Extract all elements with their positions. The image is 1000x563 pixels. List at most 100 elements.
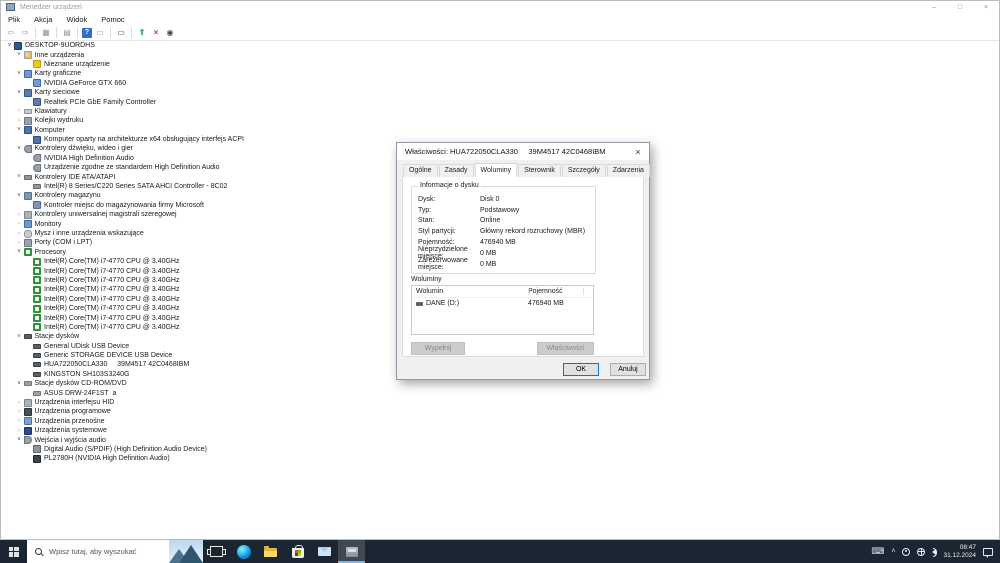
column-header-volume[interactable]: Wolumin: [412, 288, 528, 295]
tree-item[interactable]: Realtek PCIe GbE Family Controller: [1, 97, 999, 107]
tree-item-label: PL2780H (NVIDIA High Definition Audio): [44, 455, 170, 463]
column-header-capacity[interactable]: Pojemność: [528, 288, 563, 295]
tree-item[interactable]: Nieznane urządzenie: [1, 60, 999, 69]
tree-item-label: Kontrolery dźwięku, wideo i gier: [34, 145, 133, 153]
disk-icon: [33, 362, 41, 368]
tab-zasady[interactable]: Zasady: [438, 164, 474, 177]
volume-name: DANE (D:): [426, 300, 460, 307]
edge-icon[interactable]: [230, 540, 257, 563]
menu-widok[interactable]: Widok: [59, 15, 94, 24]
tree-item[interactable]: NVIDIA GeForce GTX 660: [1, 79, 999, 88]
tree-chevron-icon[interactable]: ˅: [15, 193, 24, 199]
device-manager-icon[interactable]: [338, 540, 365, 563]
tree-item[interactable]: ˅ Stacje dysków CD-ROM/DVD: [1, 379, 999, 388]
tree-item[interactable]: › Kolejki wydruku: [1, 116, 999, 125]
tree-chevron-icon[interactable]: ˅: [15, 334, 24, 340]
tree-item[interactable]: › Urządzenia interfejsu HID: [1, 398, 999, 407]
taskbar-search[interactable]: [27, 540, 203, 563]
search-input[interactable]: [47, 546, 169, 557]
ok-button[interactable]: OK: [563, 363, 599, 376]
tree-item[interactable]: ˅ Inne urządzenia: [1, 50, 999, 60]
disk-info-row: Dysk: Disk 0: [418, 194, 593, 205]
tree-chevron-icon[interactable]: ›: [15, 118, 24, 124]
tree-chevron-icon[interactable]: ›: [15, 400, 24, 406]
tree-item[interactable]: ˅ Komputer: [1, 126, 999, 135]
tree-chevron-icon[interactable]: ˅: [15, 249, 24, 255]
tree-chevron-icon[interactable]: ›: [15, 231, 24, 237]
file-explorer-icon[interactable]: [257, 540, 284, 563]
volumes-list[interactable]: Wolumin Pojemność DANE (D:) 476940 MB: [411, 285, 594, 335]
start-button[interactable]: [0, 540, 27, 563]
devices-by-connection-icon[interactable]: ▭: [115, 27, 127, 38]
cancel-button[interactable]: Anuluj: [610, 363, 646, 376]
tree-chevron-icon[interactable]: ›: [15, 240, 24, 246]
tree-item[interactable]: Digital Audio (S/PDIF) (High Definition …: [1, 445, 999, 454]
tab-sterownik[interactable]: Sterownik: [518, 164, 561, 177]
scan-hardware-changes-icon[interactable]: ◉: [164, 27, 176, 38]
dialog-close-icon[interactable]: ×: [627, 143, 649, 160]
volumes-label: Woluminy: [411, 276, 442, 283]
network-icon[interactable]: [917, 547, 926, 556]
volume-icon[interactable]: [932, 547, 938, 557]
taskbar-clock[interactable]: 08:47 31.12.2024: [943, 544, 976, 560]
tree-item[interactable]: › Urządzenia przenośne: [1, 417, 999, 426]
populate-button[interactable]: Wypełnij: [411, 342, 465, 355]
tree-chevron-icon[interactable]: ˅: [15, 381, 24, 387]
cdrom-icon: [33, 390, 41, 396]
volume-row[interactable]: DANE (D:) 476940 MB: [412, 298, 593, 309]
tree-chevron-icon[interactable]: ›: [15, 409, 24, 415]
tree-chevron-icon[interactable]: ›: [15, 212, 24, 218]
devices-by-type-icon[interactable]: ▭: [94, 27, 106, 38]
tab-woluminy[interactable]: Woluminy: [474, 163, 518, 177]
tree-item-label: Intel(R) Core(TM) i7-4770 CPU @ 3.40GHz: [44, 295, 180, 303]
tree-item[interactable]: ˅ DESKTOP-9UORDHS: [1, 41, 999, 50]
disk-info-field-label: Styl partycji:: [418, 228, 456, 236]
tree-chevron-icon[interactable]: ›: [15, 418, 24, 424]
tree-item[interactable]: ASUS DRW-24F1ST a: [1, 388, 999, 397]
tree-chevron-icon[interactable]: ˅: [15, 90, 24, 96]
tree-item[interactable]: PL2780H (NVIDIA High Definition Audio): [1, 454, 999, 463]
properties-icon[interactable]: ▤: [61, 27, 73, 38]
properties-button[interactable]: Właściwości: [537, 342, 594, 355]
close-button[interactable]: ×: [973, 1, 999, 13]
microsoft-store-icon[interactable]: [284, 540, 311, 563]
maximize-button[interactable]: □: [947, 1, 973, 13]
touch-keyboard-icon[interactable]: ⌨: [871, 547, 884, 556]
tree-item[interactable]: ˅ Karty graficzne: [1, 69, 999, 78]
tree-item[interactable]: › Urządzenia systemowe: [1, 426, 999, 435]
menu-pomoc[interactable]: Pomoc: [94, 15, 131, 24]
tree-chevron-icon[interactable]: ˅: [15, 52, 24, 58]
tree-item[interactable]: › Klawiatury: [1, 107, 999, 116]
tree-chevron-icon[interactable]: ˅: [15, 174, 24, 180]
tree-chevron-icon[interactable]: ˅: [5, 43, 14, 49]
console-tree-icon[interactable]: ▦: [40, 27, 52, 38]
tab-szczegoly[interactable]: Szczegóły: [561, 164, 606, 177]
tab-ogolne[interactable]: Ogólne: [403, 164, 438, 177]
menu-plik[interactable]: Plik: [1, 15, 27, 24]
tree-item[interactable]: ˅ Karty sieciowe: [1, 88, 999, 97]
tree-chevron-icon[interactable]: ›: [15, 108, 24, 114]
tree-item[interactable]: › Urządzenia programowe: [1, 407, 999, 416]
task-view-icon[interactable]: [203, 540, 230, 563]
tree-chevron-icon[interactable]: ˅: [15, 146, 24, 152]
menu-akcja[interactable]: Akcja: [27, 15, 59, 24]
ide-icon: [33, 184, 41, 190]
tree-item-label: Wejścia i wyjścia audio: [34, 436, 106, 444]
minimize-button[interactable]: –: [921, 1, 947, 13]
back-icon[interactable]: ⇦: [5, 27, 17, 38]
tree-chevron-icon[interactable]: ˅: [15, 437, 24, 443]
tree-item[interactable]: ˅ Wejścia i wyjścia audio: [1, 435, 999, 445]
tree-chevron-icon[interactable]: ›: [15, 428, 24, 434]
tab-zdarzenia[interactable]: Zdarzenia: [606, 164, 650, 177]
action-center-icon[interactable]: [983, 547, 993, 558]
tree-chevron-icon[interactable]: ›: [15, 221, 24, 227]
tree-chevron-icon[interactable]: ˅: [15, 71, 24, 77]
tree-chevron-icon[interactable]: ˅: [15, 127, 24, 133]
uninstall-device-icon[interactable]: ×: [150, 27, 162, 38]
mail-icon[interactable]: [311, 540, 338, 563]
help-icon[interactable]: ?: [82, 27, 92, 38]
update-driver-icon[interactable]: ⇑: [136, 27, 148, 38]
forward-icon[interactable]: ⇨: [19, 27, 31, 38]
tray-chevron-up-icon[interactable]: ˄: [891, 548, 895, 555]
user-status-icon[interactable]: [902, 547, 911, 556]
